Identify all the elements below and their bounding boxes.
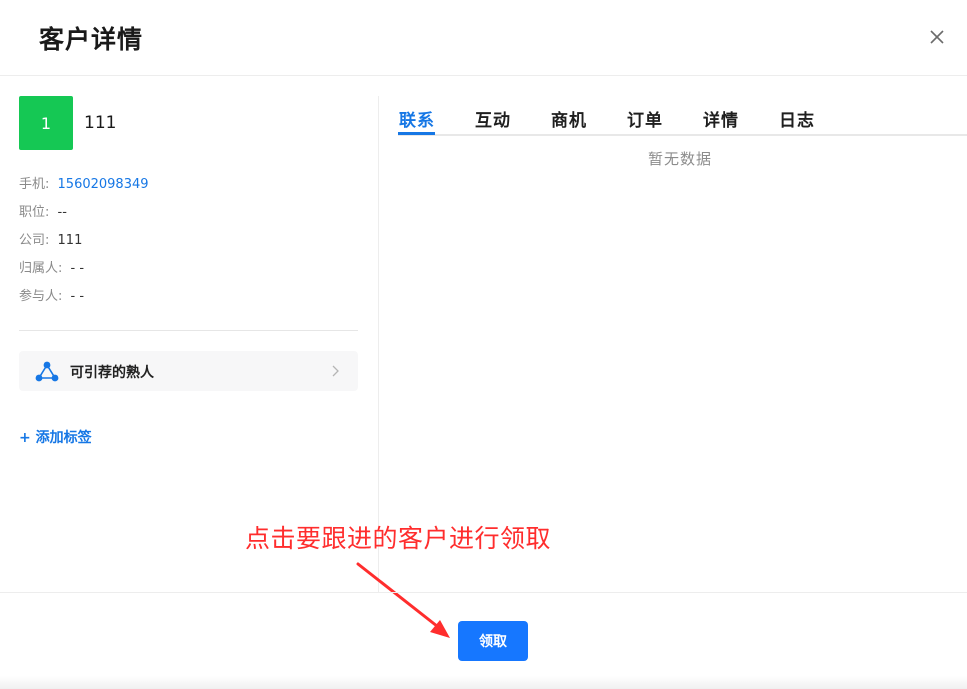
close-icon[interactable] — [926, 26, 948, 48]
field-phone: 手机: 15602098349 — [19, 176, 149, 194]
detail-tabs: 联系 互动 商机 订单 详情 日志 — [398, 96, 967, 136]
referral-card-label: 可引荐的熟人 — [70, 365, 154, 381]
field-company: 公司: 111 — [19, 232, 82, 250]
field-value: - - — [70, 289, 85, 304]
avatar: 1 — [19, 96, 73, 150]
add-tag-link[interactable]: + 添加标签 — [19, 427, 92, 447]
claim-button[interactable]: 领取 — [458, 621, 528, 661]
active-tab-indicator — [398, 132, 435, 135]
footer-divider — [0, 592, 967, 593]
tab-details[interactable]: 详情 — [703, 106, 739, 131]
annotation-arrow-icon — [356, 562, 450, 638]
field-label: 公司: — [19, 233, 50, 248]
tab-order[interactable]: 订单 — [627, 106, 663, 131]
empty-state-text: 暂无数据 — [648, 150, 713, 168]
drawer-header: 客户详情 — [0, 0, 967, 76]
field-owner: 归属人: - - — [19, 260, 84, 278]
tab-opportunity[interactable]: 商机 — [551, 106, 587, 131]
field-value: 111 — [57, 233, 83, 248]
field-label: 手机: — [19, 177, 50, 192]
divider — [19, 330, 358, 331]
tab-interaction[interactable]: 互动 — [475, 106, 511, 131]
page-title: 客户详情 — [39, 25, 144, 54]
field-label: 职位: — [19, 205, 50, 220]
field-value: -- — [57, 205, 67, 220]
field-label: 归属人: — [19, 261, 63, 276]
field-value: - - — [70, 261, 85, 276]
tab-log[interactable]: 日志 — [779, 106, 815, 131]
customer-detail-drawer: 客户详情 1 111 手机: 15602098349 职位: -- 公司: 11… — [0, 0, 967, 689]
field-label: 参与人: — [19, 289, 63, 304]
annotation-text: 点击要跟进的客户进行领取 — [245, 524, 552, 553]
customer-name: 111 — [84, 113, 117, 133]
network-share-icon — [35, 361, 59, 382]
phone-link[interactable]: 15602098349 — [58, 177, 149, 192]
panel-divider — [378, 96, 379, 592]
field-position: 职位: -- — [19, 204, 67, 222]
tab-contact[interactable]: 联系 — [399, 106, 435, 131]
field-participants: 参与人: - - — [19, 288, 84, 306]
chevron-right-icon — [332, 365, 339, 377]
referral-card[interactable]: 可引荐的熟人 — [19, 351, 358, 391]
bottom-edge — [0, 676, 967, 689]
